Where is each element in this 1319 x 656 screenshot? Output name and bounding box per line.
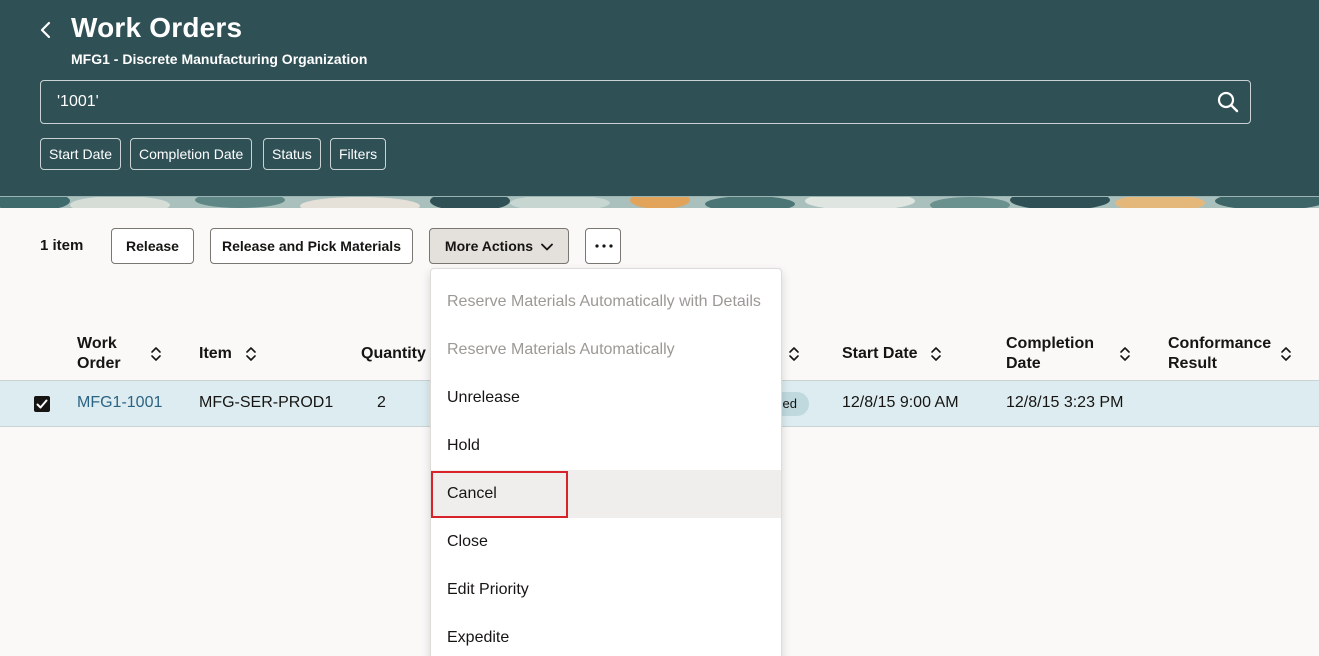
- work-order-link[interactable]: MFG1-1001: [77, 394, 162, 412]
- sort-icon[interactable]: [1119, 346, 1131, 362]
- checkmark-icon: [36, 399, 48, 409]
- column-header-label: Conformance: [1168, 335, 1272, 352]
- page-subtitle: MFG1 - Discrete Manufacturing Organizati…: [71, 51, 368, 67]
- column-header-work-order[interactable]: Work Order: [77, 334, 121, 374]
- start-date-cell: 12/8/15 9:00 AM: [842, 394, 959, 411]
- menu-item-reserve-materials-with-details[interactable]: Reserve Materials Automatically with Det…: [431, 278, 781, 326]
- row-checkbox[interactable]: [34, 396, 50, 412]
- release-button[interactable]: Release: [111, 228, 194, 264]
- menu-item-reserve-materials[interactable]: Reserve Materials Automatically: [431, 326, 781, 374]
- sort-icon[interactable]: [150, 346, 162, 362]
- column-header-label: Order: [77, 355, 121, 372]
- more-actions-button[interactable]: More Actions: [429, 228, 569, 264]
- more-actions-label: More Actions: [444, 238, 534, 254]
- search-icon[interactable]: [1216, 90, 1240, 114]
- release-pick-materials-button[interactable]: Release and Pick Materials: [210, 228, 413, 264]
- decorative-banner: [0, 196, 1319, 208]
- quantity-cell: 2: [377, 394, 386, 411]
- column-header-label: Date: [1006, 355, 1041, 372]
- completion-date-cell: 12/8/15 3:23 PM: [1006, 394, 1124, 411]
- search-value: '1001': [57, 93, 99, 110]
- column-header-label: Result: [1168, 355, 1217, 372]
- menu-item-cancel[interactable]: Cancel: [431, 470, 781, 518]
- filter-chip-status[interactable]: Status: [263, 138, 321, 170]
- menu-item-edit-priority[interactable]: Edit Priority: [431, 566, 781, 614]
- column-header-conformance-result[interactable]: Conformance Result: [1168, 334, 1271, 374]
- back-icon[interactable]: [36, 18, 56, 42]
- column-header-completion-date[interactable]: Completion Date: [1006, 334, 1094, 374]
- menu-item-unrelease[interactable]: Unrelease: [431, 374, 781, 422]
- sort-icon[interactable]: [1280, 346, 1292, 362]
- column-header-item[interactable]: Item: [199, 344, 232, 364]
- column-header-label: Work: [77, 335, 117, 352]
- filter-chip-start-date[interactable]: Start Date: [40, 138, 122, 170]
- column-header-label: Completion: [1006, 335, 1094, 352]
- search-input[interactable]: '1001': [40, 80, 1251, 124]
- more-horizontal-icon: [595, 244, 613, 248]
- page-title: Work Orders: [71, 12, 243, 43]
- more-actions-menu: Reserve Materials Automatically with Det…: [430, 268, 782, 656]
- page-header: Work Orders MFG1 - Discrete Manufacturin…: [0, 0, 1319, 196]
- item-cell: MFG-SER-PROD1: [199, 394, 334, 411]
- sort-icon[interactable]: [788, 346, 800, 362]
- filter-chip-filters[interactable]: Filters: [330, 138, 387, 170]
- sort-icon[interactable]: [930, 346, 942, 362]
- menu-item-close[interactable]: Close: [431, 518, 781, 566]
- result-count: 1 item: [40, 237, 84, 254]
- overflow-menu-button[interactable]: [585, 228, 621, 264]
- menu-item-expedite[interactable]: Expedite: [431, 614, 781, 656]
- sort-icon[interactable]: [245, 346, 257, 362]
- column-header-quantity[interactable]: Quantity: [361, 344, 426, 364]
- menu-item-hold[interactable]: Hold: [431, 422, 781, 470]
- column-header-start-date[interactable]: Start Date: [842, 344, 918, 364]
- filter-chip-completion-date[interactable]: Completion Date: [130, 138, 253, 170]
- chevron-down-icon: [541, 243, 553, 251]
